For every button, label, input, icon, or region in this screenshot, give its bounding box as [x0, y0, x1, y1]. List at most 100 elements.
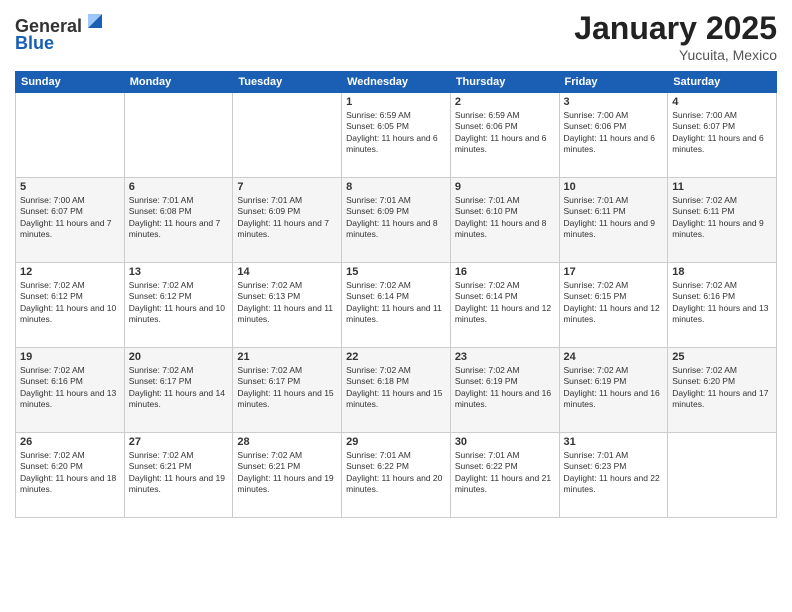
daylight: Daylight: 11 hours and 7 minutes. [237, 218, 337, 241]
cell-content: Sunrise: 7:02 AM Sunset: 6:20 PM Dayligh… [20, 450, 120, 496]
weekday-header-friday: Friday [559, 72, 668, 93]
day-number: 4 [672, 96, 772, 108]
logo-icon [84, 10, 106, 32]
daylight: Daylight: 11 hours and 12 minutes. [455, 303, 555, 326]
month-title: January 2025 [574, 10, 777, 47]
cell-content: Sunrise: 7:02 AM Sunset: 6:14 PM Dayligh… [346, 280, 446, 326]
day-number: 14 [237, 266, 337, 278]
cell-content: Sunrise: 6:59 AM Sunset: 6:05 PM Dayligh… [346, 110, 446, 156]
cell-content: Sunrise: 7:01 AM Sunset: 6:10 PM Dayligh… [455, 195, 555, 241]
day-cell: 8 Sunrise: 7:01 AM Sunset: 6:09 PM Dayli… [342, 178, 451, 263]
daylight: Daylight: 11 hours and 13 minutes. [20, 388, 120, 411]
day-cell: 23 Sunrise: 7:02 AM Sunset: 6:19 PM Dayl… [450, 348, 559, 433]
day-cell: 21 Sunrise: 7:02 AM Sunset: 6:17 PM Dayl… [233, 348, 342, 433]
daylight: Daylight: 11 hours and 6 minutes. [564, 133, 664, 156]
day-number: 25 [672, 351, 772, 363]
sunrise: Sunrise: 7:01 AM [346, 450, 446, 461]
cell-content: Sunrise: 7:00 AM Sunset: 6:07 PM Dayligh… [672, 110, 772, 156]
weekday-header-thursday: Thursday [450, 72, 559, 93]
day-number: 6 [129, 181, 229, 193]
day-cell: 14 Sunrise: 7:02 AM Sunset: 6:13 PM Dayl… [233, 263, 342, 348]
cell-content: Sunrise: 7:02 AM Sunset: 6:17 PM Dayligh… [129, 365, 229, 411]
sunrise: Sunrise: 7:02 AM [20, 365, 120, 376]
sunset: Sunset: 6:21 PM [129, 461, 229, 472]
sunset: Sunset: 6:19 PM [455, 376, 555, 387]
sunset: Sunset: 6:19 PM [564, 376, 664, 387]
day-number: 27 [129, 436, 229, 448]
daylight: Daylight: 11 hours and 6 minutes. [455, 133, 555, 156]
daylight: Daylight: 11 hours and 10 minutes. [129, 303, 229, 326]
day-cell: 31 Sunrise: 7:01 AM Sunset: 6:23 PM Dayl… [559, 433, 668, 518]
cell-content: Sunrise: 7:02 AM Sunset: 6:12 PM Dayligh… [129, 280, 229, 326]
daylight: Daylight: 11 hours and 11 minutes. [346, 303, 446, 326]
day-number: 31 [564, 436, 664, 448]
cell-content: Sunrise: 7:01 AM Sunset: 6:22 PM Dayligh… [346, 450, 446, 496]
sunrise: Sunrise: 7:02 AM [237, 450, 337, 461]
day-cell: 27 Sunrise: 7:02 AM Sunset: 6:21 PM Dayl… [124, 433, 233, 518]
cell-content: Sunrise: 7:02 AM Sunset: 6:14 PM Dayligh… [455, 280, 555, 326]
daylight: Daylight: 11 hours and 14 minutes. [129, 388, 229, 411]
day-cell: 25 Sunrise: 7:02 AM Sunset: 6:20 PM Dayl… [668, 348, 777, 433]
week-row-2: 5 Sunrise: 7:00 AM Sunset: 6:07 PM Dayli… [16, 178, 777, 263]
sunrise: Sunrise: 7:02 AM [346, 365, 446, 376]
sunrise: Sunrise: 7:01 AM [564, 195, 664, 206]
cell-content: Sunrise: 7:01 AM Sunset: 6:08 PM Dayligh… [129, 195, 229, 241]
sunset: Sunset: 6:20 PM [20, 461, 120, 472]
day-number: 10 [564, 181, 664, 193]
day-cell: 18 Sunrise: 7:02 AM Sunset: 6:16 PM Dayl… [668, 263, 777, 348]
cell-content: Sunrise: 7:02 AM Sunset: 6:13 PM Dayligh… [237, 280, 337, 326]
day-number: 21 [237, 351, 337, 363]
daylight: Daylight: 11 hours and 17 minutes. [672, 388, 772, 411]
sunset: Sunset: 6:12 PM [20, 291, 120, 302]
day-number: 22 [346, 351, 446, 363]
weekday-header-wednesday: Wednesday [342, 72, 451, 93]
sunrise: Sunrise: 7:01 AM [564, 450, 664, 461]
day-cell: 12 Sunrise: 7:02 AM Sunset: 6:12 PM Dayl… [16, 263, 125, 348]
sunset: Sunset: 6:22 PM [455, 461, 555, 472]
day-number: 7 [237, 181, 337, 193]
sunset: Sunset: 6:08 PM [129, 206, 229, 217]
sunrise: Sunrise: 7:02 AM [672, 280, 772, 291]
weekday-header-saturday: Saturday [668, 72, 777, 93]
day-cell [16, 93, 125, 178]
cell-content: Sunrise: 7:00 AM Sunset: 6:07 PM Dayligh… [20, 195, 120, 241]
day-cell: 17 Sunrise: 7:02 AM Sunset: 6:15 PM Dayl… [559, 263, 668, 348]
sunrise: Sunrise: 7:02 AM [237, 365, 337, 376]
sunrise: Sunrise: 7:02 AM [237, 280, 337, 291]
day-cell: 10 Sunrise: 7:01 AM Sunset: 6:11 PM Dayl… [559, 178, 668, 263]
day-cell: 16 Sunrise: 7:02 AM Sunset: 6:14 PM Dayl… [450, 263, 559, 348]
sunrise: Sunrise: 7:02 AM [672, 195, 772, 206]
day-cell [233, 93, 342, 178]
cell-content: Sunrise: 7:02 AM Sunset: 6:19 PM Dayligh… [564, 365, 664, 411]
day-cell: 30 Sunrise: 7:01 AM Sunset: 6:22 PM Dayl… [450, 433, 559, 518]
sunset: Sunset: 6:15 PM [564, 291, 664, 302]
day-number: 3 [564, 96, 664, 108]
daylight: Daylight: 11 hours and 20 minutes. [346, 473, 446, 496]
sunrise: Sunrise: 7:01 AM [237, 195, 337, 206]
day-cell: 26 Sunrise: 7:02 AM Sunset: 6:20 PM Dayl… [16, 433, 125, 518]
sunset: Sunset: 6:17 PM [237, 376, 337, 387]
weekday-header-monday: Monday [124, 72, 233, 93]
day-number: 1 [346, 96, 446, 108]
day-number: 30 [455, 436, 555, 448]
cell-content: Sunrise: 7:01 AM Sunset: 6:09 PM Dayligh… [237, 195, 337, 241]
daylight: Daylight: 11 hours and 9 minutes. [564, 218, 664, 241]
day-number: 28 [237, 436, 337, 448]
daylight: Daylight: 11 hours and 19 minutes. [237, 473, 337, 496]
sunrise: Sunrise: 6:59 AM [455, 110, 555, 121]
daylight: Daylight: 11 hours and 11 minutes. [237, 303, 337, 326]
day-number: 23 [455, 351, 555, 363]
day-cell: 3 Sunrise: 7:00 AM Sunset: 6:06 PM Dayli… [559, 93, 668, 178]
daylight: Daylight: 11 hours and 7 minutes. [20, 218, 120, 241]
cell-content: Sunrise: 7:01 AM Sunset: 6:23 PM Dayligh… [564, 450, 664, 496]
sunrise: Sunrise: 7:01 AM [346, 195, 446, 206]
cell-content: Sunrise: 7:02 AM Sunset: 6:19 PM Dayligh… [455, 365, 555, 411]
day-number: 11 [672, 181, 772, 193]
day-cell: 28 Sunrise: 7:02 AM Sunset: 6:21 PM Dayl… [233, 433, 342, 518]
cell-content: Sunrise: 7:01 AM Sunset: 6:11 PM Dayligh… [564, 195, 664, 241]
day-cell: 6 Sunrise: 7:01 AM Sunset: 6:08 PM Dayli… [124, 178, 233, 263]
day-cell: 4 Sunrise: 7:00 AM Sunset: 6:07 PM Dayli… [668, 93, 777, 178]
daylight: Daylight: 11 hours and 12 minutes. [564, 303, 664, 326]
day-cell: 1 Sunrise: 6:59 AM Sunset: 6:05 PM Dayli… [342, 93, 451, 178]
sunrise: Sunrise: 7:01 AM [455, 450, 555, 461]
